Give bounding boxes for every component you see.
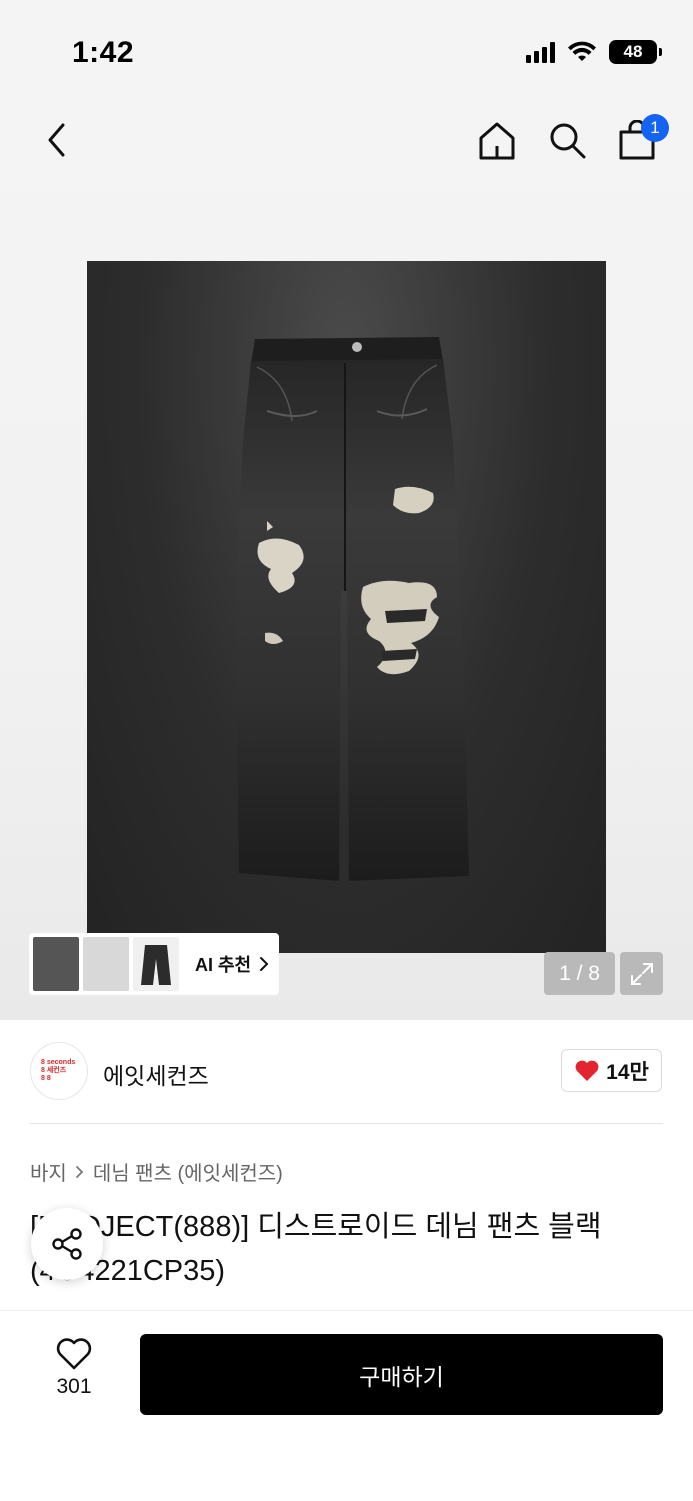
- buy-button[interactable]: 구매하기: [140, 1334, 663, 1415]
- breadcrumb-subcategory[interactable]: 데님 팬츠 (에잇세컨즈): [93, 1157, 283, 1186]
- home-icon: [479, 122, 515, 160]
- search-button[interactable]: [547, 118, 587, 162]
- thumbnail-image[interactable]: [33, 937, 79, 991]
- wishlist-button[interactable]: 301: [44, 1337, 104, 1399]
- breadcrumb-category[interactable]: 바지: [30, 1157, 67, 1186]
- expand-icon: [630, 962, 653, 985]
- thumbnail-image[interactable]: [83, 937, 129, 991]
- brand-like-button[interactable]: 14만: [561, 1049, 662, 1092]
- product-title: [PROJECT(888)] 디스트로이드 데님 팬츠 블랙 (4O4221CP…: [30, 1211, 602, 1287]
- jeans-thumbnail-icon: [141, 945, 171, 985]
- thumbnail-image[interactable]: [133, 937, 179, 991]
- heart-outline-icon: [56, 1338, 92, 1370]
- thumbnail-strip: AI 추천: [29, 933, 279, 995]
- battery-icon: 48: [609, 40, 662, 64]
- nav-actions: 1: [477, 114, 669, 162]
- search-icon: [550, 123, 586, 159]
- chevron-left-icon: [48, 123, 65, 157]
- wifi-icon: [568, 41, 596, 61]
- cart-count-badge: 1: [641, 114, 669, 142]
- share-button[interactable]: [31, 1208, 103, 1280]
- cart-button[interactable]: 1: [617, 114, 669, 162]
- brand-logo[interactable]: 8 seconds 8 세컨즈 8 8: [30, 1042, 88, 1100]
- product-image[interactable]: [87, 261, 606, 953]
- chevron-right-icon: [260, 957, 269, 971]
- jeans-image: [237, 337, 469, 881]
- breadcrumb: 바지 데님 팬츠 (에잇세컨즈): [30, 1157, 283, 1186]
- back-button[interactable]: [36, 118, 76, 162]
- wishlist-count: 301: [56, 1375, 92, 1398]
- cellular-signal-icon: [526, 41, 555, 63]
- share-icon: [52, 1228, 82, 1260]
- brand-name[interactable]: 에잇세컨즈: [103, 1057, 209, 1091]
- heart-filled-icon: [575, 1060, 599, 1081]
- brand-like-count: 14만: [606, 1060, 649, 1084]
- expand-image-button[interactable]: [620, 952, 663, 995]
- chevron-right-icon: [75, 1165, 84, 1178]
- ai-recommend-label: AI 추천: [195, 955, 252, 975]
- status-icons: 48: [526, 40, 662, 64]
- ai-recommend-link[interactable]: AI 추천: [195, 951, 269, 977]
- home-button[interactable]: [477, 118, 517, 162]
- image-pager: 1 / 8: [544, 952, 615, 995]
- status-time: 1:42: [72, 36, 135, 69]
- divider: [30, 1123, 663, 1124]
